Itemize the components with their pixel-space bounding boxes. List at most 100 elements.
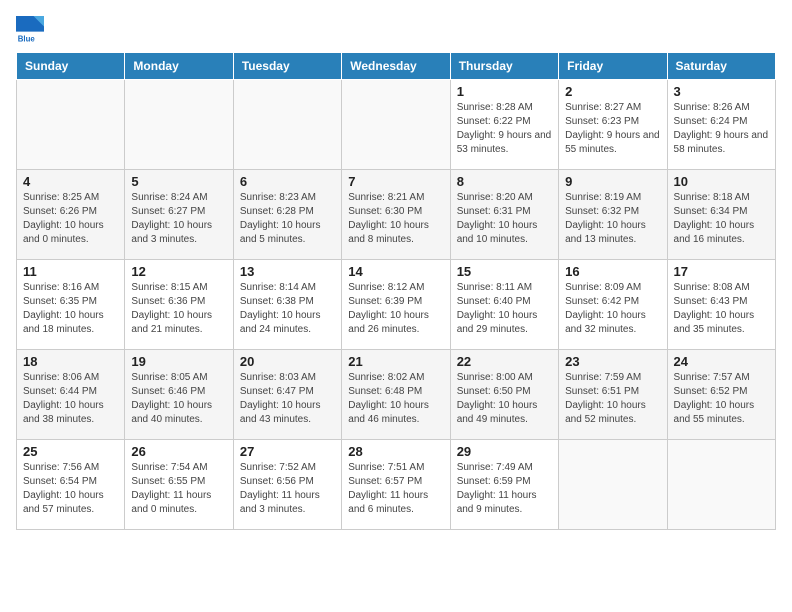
day-info: Sunrise: 8:06 AM Sunset: 6:44 PM Dayligh… (23, 371, 118, 427)
day-number: 10 (674, 174, 769, 189)
day-info: Sunrise: 8:12 AM Sunset: 6:39 PM Dayligh… (348, 281, 443, 337)
day-number: 15 (457, 264, 552, 279)
day-info: Sunrise: 8:03 AM Sunset: 6:47 PM Dayligh… (240, 371, 335, 427)
day-info: Sunrise: 8:09 AM Sunset: 6:42 PM Dayligh… (565, 281, 660, 337)
day-number: 19 (131, 354, 226, 369)
day-number: 21 (348, 354, 443, 369)
calendar-cell (559, 440, 667, 530)
day-number: 23 (565, 354, 660, 369)
day-number: 26 (131, 444, 226, 459)
day-number: 2 (565, 84, 660, 99)
calendar-body: 1 Sunrise: 8:28 AM Sunset: 6:22 PM Daylig… (17, 80, 776, 530)
day-info: Sunrise: 8:20 AM Sunset: 6:31 PM Dayligh… (457, 191, 552, 247)
day-number: 28 (348, 444, 443, 459)
day-info: Sunrise: 7:51 AM Sunset: 6:57 PM Dayligh… (348, 461, 443, 517)
calendar-cell: 21 Sunrise: 8:02 AM Sunset: 6:48 PM Dayli… (342, 350, 450, 440)
calendar-week-row: 4Sunrise: 8:25 AM Sunset: 6:26 PM Daylig… (17, 170, 776, 260)
svg-text:Blue: Blue (18, 34, 36, 43)
calendar-cell: 9 Sunrise: 8:19 AM Sunset: 6:32 PM Daylig… (559, 170, 667, 260)
calendar-week-row: 11 Sunrise: 8:16 AM Sunset: 6:35 PM Dayli… (17, 260, 776, 350)
day-info: Sunrise: 7:49 AM Sunset: 6:59 PM Dayligh… (457, 461, 552, 517)
weekday-header: Thursday (450, 53, 558, 80)
day-info: Sunrise: 8:02 AM Sunset: 6:48 PM Dayligh… (348, 371, 443, 427)
day-number: 14 (348, 264, 443, 279)
calendar-cell: 16 Sunrise: 8:09 AM Sunset: 6:42 PM Dayli… (559, 260, 667, 350)
day-info: Sunrise: 8:18 AM Sunset: 6:34 PM Dayligh… (674, 191, 769, 247)
logo: Blue (16, 16, 48, 44)
day-number: 4 (23, 174, 118, 189)
calendar-cell: 7Sunrise: 8:21 AM Sunset: 6:30 PM Daylig… (342, 170, 450, 260)
calendar-cell: 4Sunrise: 8:25 AM Sunset: 6:26 PM Daylig… (17, 170, 125, 260)
weekday-row: SundayMondayTuesdayWednesdayThursdayFrid… (17, 53, 776, 80)
day-info: Sunrise: 7:52 AM Sunset: 6:56 PM Dayligh… (240, 461, 335, 517)
day-info: Sunrise: 8:11 AM Sunset: 6:40 PM Dayligh… (457, 281, 552, 337)
calendar-cell: 28 Sunrise: 7:51 AM Sunset: 6:57 PM Dayli… (342, 440, 450, 530)
calendar-cell: 8 Sunrise: 8:20 AM Sunset: 6:31 PM Daylig… (450, 170, 558, 260)
day-info: Sunrise: 8:00 AM Sunset: 6:50 PM Dayligh… (457, 371, 552, 427)
calendar-cell: 27 Sunrise: 7:52 AM Sunset: 6:56 PM Dayli… (233, 440, 341, 530)
calendar-cell (342, 80, 450, 170)
day-number: 16 (565, 264, 660, 279)
day-info: Sunrise: 8:24 AM Sunset: 6:27 PM Dayligh… (131, 191, 226, 247)
weekday-header: Tuesday (233, 53, 341, 80)
calendar-week-row: 25 Sunrise: 7:56 AM Sunset: 6:54 PM Dayli… (17, 440, 776, 530)
calendar-cell: 18 Sunrise: 8:06 AM Sunset: 6:44 PM Dayli… (17, 350, 125, 440)
day-number: 6 (240, 174, 335, 189)
calendar-cell: 6 Sunrise: 8:23 AM Sunset: 6:28 PM Daylig… (233, 170, 341, 260)
day-number: 13 (240, 264, 335, 279)
day-number: 27 (240, 444, 335, 459)
day-info: Sunrise: 7:54 AM Sunset: 6:55 PM Dayligh… (131, 461, 226, 517)
day-info: Sunrise: 8:16 AM Sunset: 6:35 PM Dayligh… (23, 281, 118, 337)
calendar-cell (125, 80, 233, 170)
day-number: 7 (348, 174, 443, 189)
calendar-cell: 17 Sunrise: 8:08 AM Sunset: 6:43 PM Dayli… (667, 260, 775, 350)
calendar-cell: 14 Sunrise: 8:12 AM Sunset: 6:39 PM Dayli… (342, 260, 450, 350)
day-number: 17 (674, 264, 769, 279)
day-number: 22 (457, 354, 552, 369)
day-number: 9 (565, 174, 660, 189)
day-info: Sunrise: 8:23 AM Sunset: 6:28 PM Dayligh… (240, 191, 335, 247)
day-info: Sunrise: 8:28 AM Sunset: 6:22 PM Dayligh… (457, 101, 552, 157)
day-info: Sunrise: 8:14 AM Sunset: 6:38 PM Dayligh… (240, 281, 335, 337)
calendar-cell: 29 Sunrise: 7:49 AM Sunset: 6:59 PM Dayli… (450, 440, 558, 530)
calendar-week-row: 18 Sunrise: 8:06 AM Sunset: 6:44 PM Dayli… (17, 350, 776, 440)
calendar-cell: 20 Sunrise: 8:03 AM Sunset: 6:47 PM Dayli… (233, 350, 341, 440)
day-number: 18 (23, 354, 118, 369)
calendar-cell: 23 Sunrise: 7:59 AM Sunset: 6:51 PM Dayli… (559, 350, 667, 440)
calendar-cell: 5 Sunrise: 8:24 AM Sunset: 6:27 PM Daylig… (125, 170, 233, 260)
calendar-cell: 10 Sunrise: 8:18 AM Sunset: 6:34 PM Dayli… (667, 170, 775, 260)
calendar-cell (233, 80, 341, 170)
day-number: 24 (674, 354, 769, 369)
weekday-header: Sunday (17, 53, 125, 80)
weekday-header: Friday (559, 53, 667, 80)
weekday-header: Saturday (667, 53, 775, 80)
calendar-cell: 12Sunrise: 8:15 AM Sunset: 6:36 PM Dayli… (125, 260, 233, 350)
day-number: 20 (240, 354, 335, 369)
calendar-header: SundayMondayTuesdayWednesdayThursdayFrid… (17, 53, 776, 80)
day-number: 25 (23, 444, 118, 459)
day-info: Sunrise: 8:19 AM Sunset: 6:32 PM Dayligh… (565, 191, 660, 247)
day-number: 3 (674, 84, 769, 99)
calendar-cell: 22 Sunrise: 8:00 AM Sunset: 6:50 PM Dayli… (450, 350, 558, 440)
calendar-cell: 15 Sunrise: 8:11 AM Sunset: 6:40 PM Dayli… (450, 260, 558, 350)
page-header: Blue (16, 16, 776, 44)
day-number: 5 (131, 174, 226, 189)
calendar-cell: 11 Sunrise: 8:16 AM Sunset: 6:35 PM Dayli… (17, 260, 125, 350)
day-info: Sunrise: 8:05 AM Sunset: 6:46 PM Dayligh… (131, 371, 226, 427)
calendar-cell: 19 Sunrise: 8:05 AM Sunset: 6:46 PM Dayli… (125, 350, 233, 440)
calendar-cell: 26 Sunrise: 7:54 AM Sunset: 6:55 PM Dayli… (125, 440, 233, 530)
day-info: Sunrise: 7:56 AM Sunset: 6:54 PM Dayligh… (23, 461, 118, 517)
day-info: Sunrise: 8:27 AM Sunset: 6:23 PM Dayligh… (565, 101, 660, 157)
calendar-cell (667, 440, 775, 530)
day-info: Sunrise: 8:08 AM Sunset: 6:43 PM Dayligh… (674, 281, 769, 337)
calendar-table: SundayMondayTuesdayWednesdayThursdayFrid… (16, 52, 776, 530)
calendar-cell: 24 Sunrise: 7:57 AM Sunset: 6:52 PM Dayli… (667, 350, 775, 440)
day-number: 11 (23, 264, 118, 279)
day-number: 1 (457, 84, 552, 99)
day-info: Sunrise: 7:59 AM Sunset: 6:51 PM Dayligh… (565, 371, 660, 427)
day-info: Sunrise: 8:15 AM Sunset: 6:36 PM Dayligh… (131, 281, 226, 337)
day-info: Sunrise: 7:57 AM Sunset: 6:52 PM Dayligh… (674, 371, 769, 427)
day-number: 8 (457, 174, 552, 189)
weekday-header: Wednesday (342, 53, 450, 80)
day-number: 29 (457, 444, 552, 459)
